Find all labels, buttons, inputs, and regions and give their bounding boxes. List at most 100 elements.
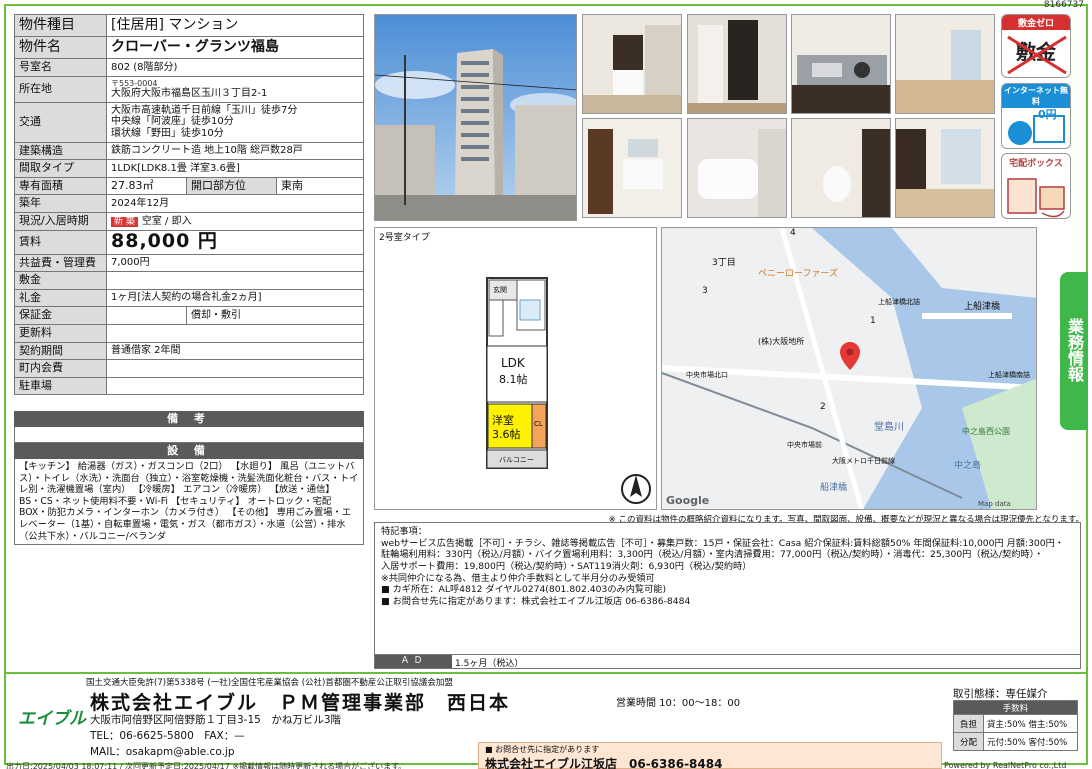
key-money-label: 礼金 — [14, 288, 107, 308]
map-label-block: 3 — [702, 286, 708, 296]
name-label: 物件名 — [14, 36, 107, 59]
map-label-river: 堂島川 — [874, 422, 904, 433]
license-text: 国土交通大臣免許(7)第5338号 (一社)全国住宅産業協会 (公社)首都圏不動… — [86, 678, 453, 688]
parking-value — [106, 376, 364, 396]
location-map[interactable]: 3丁目 ペニーローファーズ 上船津橋北詰 上船津橋 (株)大阪地所 中央市場北口… — [661, 227, 1037, 510]
entrance-label: 玄関 — [493, 286, 507, 294]
area-label: 専有面積 — [14, 176, 107, 196]
photo-stove[interactable] — [791, 14, 891, 114]
opening-label: 開口部方位 — [186, 176, 277, 196]
traffic-line: 中央線「阿波座」徒歩10分 — [111, 116, 234, 128]
powered-by: Powered by RealNetPro co.,Ltd — [944, 761, 1067, 769]
map-label-subway: 大阪メトロ千日前線 — [832, 457, 895, 465]
guarantee-value — [106, 306, 187, 325]
property-name: クローバー・グランツ福島 — [106, 36, 364, 59]
special-notes-line: ※共同仲介になる為、借主より仲介手数料として半月分のみ受領可 — [381, 572, 655, 584]
map-label-block: 4 — [790, 228, 796, 238]
structure-label: 建築構造 — [14, 141, 107, 161]
map-label-bus-stop: 中央市場前 — [787, 441, 822, 449]
parking-label: 駐車場 — [14, 376, 107, 396]
ad-row: ＡＤ 1.5ヶ月（税込） — [374, 655, 1081, 669]
map-label-bridge: 上船津橋 — [964, 302, 1001, 312]
floor-plan[interactable]: 2号室タイプ 玄関 LDK 8.1帖 洋室 3.6帖 CL バルコニー — [374, 227, 657, 510]
location-pin-icon — [840, 342, 860, 370]
fee-header: 手数料 — [953, 700, 1078, 715]
traffic-label: 交通 — [14, 101, 107, 143]
contact-main: 株式会社エイブル江坂店 06-6386-8484 — [485, 757, 723, 769]
contract-value: 普通借家 2年間 — [106, 341, 364, 361]
common-fee-label: 共益費・管理費 — [14, 253, 107, 273]
building-photo[interactable] — [374, 14, 577, 221]
photo-bedroom[interactable] — [895, 118, 995, 218]
map-label-company: (株)大阪地所 — [758, 337, 805, 346]
fee-row-label: 負担 — [953, 714, 984, 733]
photo-entrance[interactable] — [687, 14, 787, 114]
fee-row-value: 元付:50% 客付:50% — [983, 732, 1078, 751]
type-value: [住居用] マンション — [106, 14, 364, 37]
document-id: 8166737 — [1043, 0, 1084, 10]
map-label-block: 1 — [870, 316, 876, 326]
photo-bathroom[interactable] — [687, 118, 787, 218]
internet-icon — [1008, 115, 1065, 145]
built-value: 2024年12月 — [106, 194, 364, 213]
photo-washroom[interactable] — [582, 118, 682, 218]
map-copyright: Map data ©2025 — [978, 500, 1011, 509]
closet-label: CL — [534, 420, 543, 428]
town-fee-label: 町内会費 — [14, 359, 107, 378]
business-hours: 営業時間 10：00～18：00 — [616, 698, 741, 709]
special-notes-line: 入居サポート費用：19,800円（税込/契約時）・SAT119消火剤：6,930… — [381, 561, 752, 573]
output-date: 出力日:2025/04/03 18:07:11 / 次回更新予定日:2025/0… — [6, 762, 407, 769]
ad-value: 1.5ヶ月（税込） — [455, 659, 524, 669]
opening-value: 東南 — [276, 176, 364, 196]
contact-box: ■ お問合せ先に指定があります 株式会社エイブル江坂店 06-6386-8484 — [478, 742, 942, 769]
map-label-shop: ペニーローファーズ — [758, 269, 839, 279]
traffic-line: 環状線「野田」徒歩10分 — [111, 127, 224, 139]
google-logo: Google — [666, 494, 710, 507]
key-money-value: 1ヶ月[法人契約の場合礼金2ヵ月] — [106, 288, 364, 308]
fee-row-value: 貸主:50% 借主:50% — [983, 714, 1078, 733]
company-mail[interactable]: MAIL：osakapm@able.co.jp — [90, 744, 235, 759]
photo-toilet[interactable] — [791, 118, 891, 218]
internet-label: インターネット無料 — [1002, 84, 1070, 108]
renewal-value — [106, 323, 364, 343]
special-notes: 特記事項： webサービス広告掲載［不可］・チラシ、雑誌等掲載広告［不可］・募集… — [374, 522, 1081, 655]
business-info-tab[interactable]: 業務情報 — [1060, 272, 1088, 430]
trade-type: 取引態様：専任媒介 — [953, 688, 1048, 700]
structure-value: 鉄筋コンクリート造 地上10階 総戸数28戸 — [106, 141, 364, 161]
common-fee-value: 7,000円 — [106, 253, 364, 273]
internet-price: 0円 — [1038, 108, 1057, 121]
company-tel: TEL：06-6625-5800 FAX：— — [90, 730, 245, 742]
ldk-label: LDK — [501, 356, 525, 370]
map-label-bus-stop: 上船津橋南詰 — [988, 371, 1030, 379]
room-label: 号室名 — [14, 58, 107, 77]
deposit-label: 敷金 — [14, 271, 107, 290]
shikikin-zero-label: 敷金ゼロ — [1002, 15, 1070, 30]
traffic-line: 大阪市高速軌道千日前線「玉川」徒歩7分 — [111, 104, 298, 116]
map-label-park: 中之島西公園 — [962, 427, 1010, 436]
room-value: 802 (8階部分) — [106, 58, 364, 77]
photo-living-room[interactable] — [895, 14, 995, 114]
photo-kitchen[interactable] — [582, 14, 682, 114]
delivery-box-icon — [1007, 178, 1065, 218]
rent-value: 88,000 円 — [106, 229, 364, 255]
map-label: 3丁目 — [712, 258, 736, 268]
delivery-label: 宅配ボックス — [1009, 159, 1063, 169]
company-address: 大阪市阿倍野区阿倍野筋１丁目3-15 かね万ビル3階 — [90, 714, 342, 726]
address-value: 大阪府大阪市福島区玉川３丁目2-1 — [111, 87, 268, 99]
special-notes-line: ■ カギ所在：AL呼4812 ダイヤル0274(801.802.403のみ内覧可… — [381, 584, 667, 596]
ldk-size: 8.1帖 — [499, 373, 528, 386]
special-notes-title: 特記事項： — [381, 526, 427, 537]
special-notes-line: ■ お問合せ先に指定があります：株式会社エイブル江坂店 06-6386-8484 — [381, 596, 691, 608]
equipment-text: 【キッチン】 給湯器（ガス）・ガスコンロ（2口） 【水廻り】 風呂（ユニットバス… — [14, 459, 364, 545]
guarantee-label: 保証金 — [14, 306, 107, 325]
status-label: 現況/入居時期 — [14, 211, 107, 231]
type-label: 物件種目 — [14, 14, 107, 37]
able-logo: エイブル — [18, 709, 86, 729]
deposit-value — [106, 271, 364, 290]
ad-label: ＡＤ — [375, 655, 452, 668]
contact-note: ■ お問合せ先に指定があります — [485, 745, 600, 754]
fee-row-label: 分配 — [953, 732, 984, 751]
map-label-district: 中之島 — [954, 461, 982, 471]
bikou-body — [14, 427, 364, 443]
setsubi-header: 設 備 — [14, 443, 364, 459]
